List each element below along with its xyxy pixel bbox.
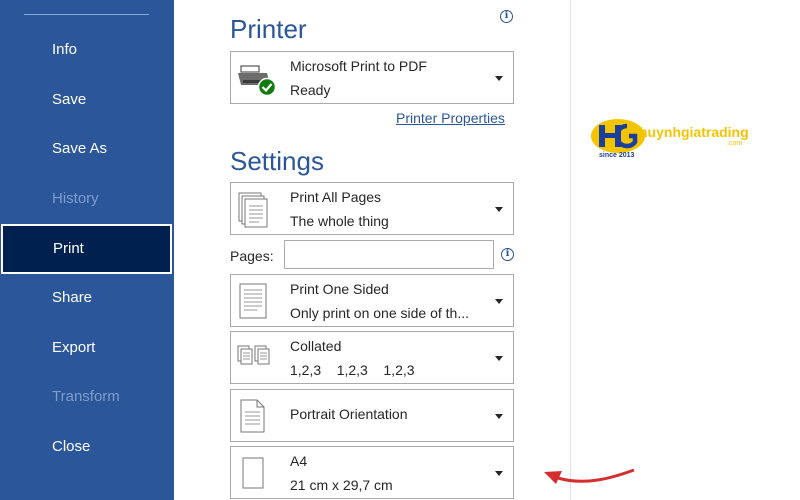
sides-description: Only print on one side of th... xyxy=(290,305,469,321)
paper-size-icon xyxy=(237,455,267,496)
watermark-since: since 2013 xyxy=(599,152,635,159)
collation-label: Collated xyxy=(290,338,342,354)
sidebar-item-export[interactable]: Export xyxy=(0,323,174,373)
chevron-down-icon xyxy=(495,414,503,419)
sidebar-item-info[interactable]: Info xyxy=(0,25,174,75)
printer-status: Ready xyxy=(290,82,331,98)
one-sided-page-icon xyxy=(237,282,269,325)
collated-pages-icon xyxy=(237,345,277,374)
chevron-down-icon xyxy=(495,76,503,81)
collation-dropdown[interactable]: Collated 1,2,3 1,2,3 1,2,3 xyxy=(230,331,514,384)
print-range-dropdown[interactable]: Print All Pages The whole thing xyxy=(230,182,514,235)
print-range-label: Print All Pages xyxy=(290,189,382,205)
printer-heading: Printer xyxy=(230,14,307,44)
orientation-label: Portrait Orientation xyxy=(290,406,408,422)
printer-dropdown[interactable]: Microsoft Print to PDF Ready xyxy=(230,51,514,104)
sides-dropdown[interactable]: Print One Sided Only print on one side o… xyxy=(230,274,514,327)
paper-size-label: A4 xyxy=(290,453,308,469)
print-panel: Printer i Microsoft Print to PDF Ready P… xyxy=(174,0,570,500)
sidebar-item-share[interactable]: Share xyxy=(0,273,174,323)
orientation-dropdown[interactable]: Portrait Orientation xyxy=(230,389,514,442)
pages-stack-icon xyxy=(237,191,271,234)
printer-properties-link[interactable]: Printer Properties xyxy=(396,110,505,126)
info-icon[interactable]: i xyxy=(500,10,513,23)
collation-description: 1,2,3 1,2,3 1,2,3 xyxy=(290,362,415,378)
sidebar-item-history: History xyxy=(52,190,99,207)
chevron-down-icon xyxy=(495,471,503,476)
printer-ready-icon xyxy=(237,63,277,102)
watermark-domain: .com xyxy=(727,140,743,147)
sidebar-divider xyxy=(24,14,149,15)
sidebar-item-print[interactable]: Print xyxy=(1,224,172,274)
sidebar-item-save[interactable]: Save xyxy=(0,75,174,125)
print-range-description: The whole thing xyxy=(290,213,389,229)
chevron-down-icon xyxy=(495,299,503,304)
paper-size-dimensions: 21 cm x 29,7 cm xyxy=(290,477,393,493)
paper-size-dropdown[interactable]: A4 21 cm x 29,7 cm xyxy=(230,446,514,499)
sidebar-item-save-as[interactable]: Save As xyxy=(0,124,174,174)
info-icon[interactable]: i xyxy=(501,248,514,261)
red-arrow-annotation xyxy=(544,468,635,484)
sides-label: Print One Sided xyxy=(290,281,389,297)
printer-name: Microsoft Print to PDF xyxy=(290,58,427,74)
pages-input[interactable] xyxy=(284,240,494,269)
sidebar-item-transform: Transform xyxy=(52,388,120,405)
watermark-logo: huynhgiatrading .com since 2013 xyxy=(589,116,759,164)
watermark-brand: huynhgiatrading xyxy=(639,124,749,140)
pages-label: Pages: xyxy=(230,248,274,264)
settings-heading: Settings xyxy=(230,146,324,176)
backstage-sidebar: Info Save Save As History Print Share Ex… xyxy=(0,0,174,500)
print-preview-area: huynhgiatrading .com since 2013 xyxy=(571,0,800,500)
chevron-down-icon xyxy=(495,356,503,361)
chevron-down-icon xyxy=(495,207,503,212)
portrait-page-icon xyxy=(237,398,269,439)
sidebar-item-close[interactable]: Close xyxy=(0,422,174,472)
